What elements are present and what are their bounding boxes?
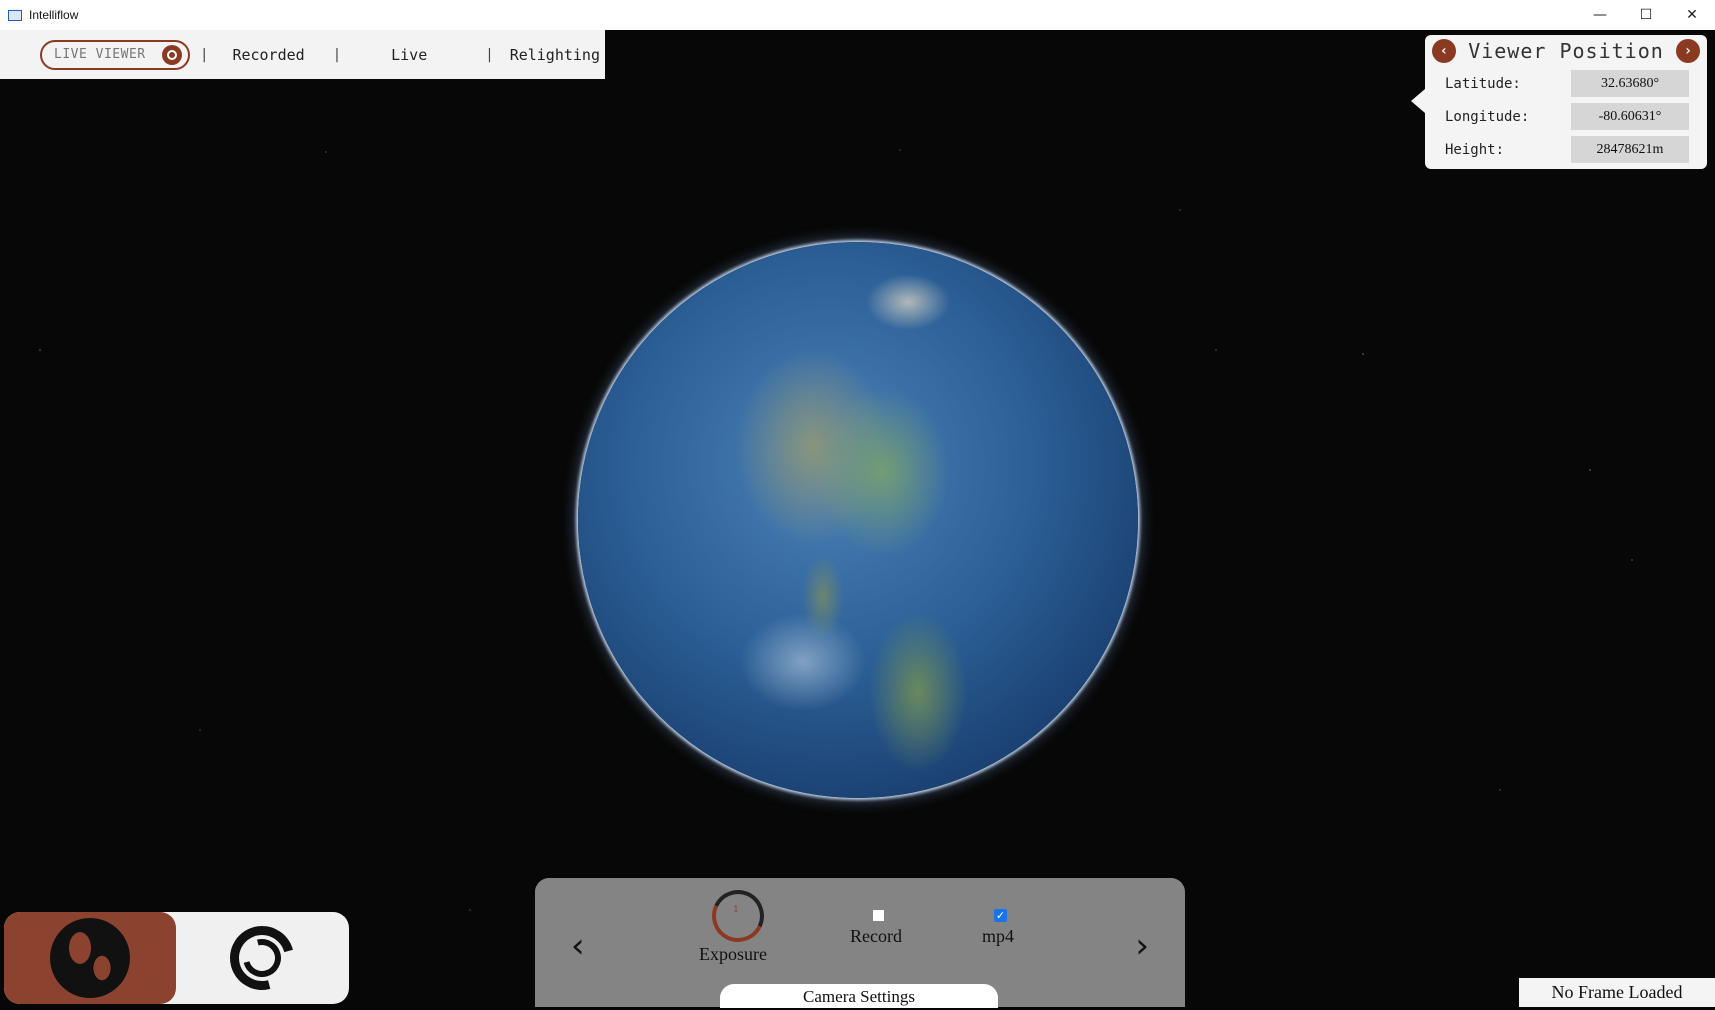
- camera-settings-tab[interactable]: Camera Settings: [720, 984, 998, 1008]
- chevron-left-icon[interactable]: ‹: [1432, 39, 1456, 63]
- longitude-row: Longitude: -80.60631°: [1425, 100, 1707, 133]
- height-value: 28478621m: [1571, 136, 1689, 163]
- tab-live[interactable]: Live: [391, 46, 427, 64]
- latitude-row: Latitude: 32.63680°: [1425, 67, 1707, 100]
- height-row: Height: 28478621m: [1425, 133, 1707, 166]
- record-label: Record: [850, 926, 902, 946]
- separator: |: [200, 46, 209, 63]
- ring-mode-button[interactable]: [176, 912, 348, 1004]
- globe-icon: [50, 918, 130, 998]
- top-toolbar: LIVE VIEWER | Recorded | Live | Relighti…: [0, 30, 605, 79]
- live-indicator-icon: [162, 44, 182, 65]
- ring-icon: [218, 914, 306, 1002]
- record-checkbox[interactable]: [873, 910, 884, 921]
- app-title: Intelliflow: [29, 8, 79, 22]
- separator: |: [485, 46, 494, 63]
- exposure-dial[interactable]: [704, 882, 772, 950]
- minimize-button[interactable]: —: [1577, 0, 1623, 30]
- viewer-position-panel: ‹ Viewer Position › Latitude: 32.63680° …: [1411, 35, 1707, 169]
- mp4-checkbox[interactable]: ✓: [994, 909, 1007, 922]
- chevron-right-icon[interactable]: ›: [1676, 39, 1700, 63]
- view-mode-switch: [4, 912, 349, 1004]
- tab-relighting[interactable]: Relighting: [510, 46, 600, 64]
- mp4-label: mp4: [982, 926, 1015, 946]
- longitude-value: -80.60631°: [1571, 103, 1689, 130]
- maximize-button[interactable]: ☐: [1623, 0, 1669, 30]
- latitude-value: 32.63680°: [1571, 70, 1689, 97]
- globe-mode-button[interactable]: [4, 912, 176, 1004]
- frame-status: No Frame Loaded: [1519, 978, 1715, 1007]
- camera-settings-panel: ‹ Exposure Record ✓ mp4 › Camera Setting…: [535, 878, 1185, 1008]
- earth-globe[interactable]: [578, 242, 1138, 798]
- window-controls: — ☐ ✕: [1577, 0, 1715, 30]
- height-label: Height:: [1445, 141, 1505, 158]
- app-window-icon: [8, 9, 22, 21]
- viewer-position-title: Viewer Position: [1468, 39, 1664, 63]
- exposure-label: Exposure: [699, 944, 767, 964]
- close-button[interactable]: ✕: [1669, 0, 1715, 30]
- latitude-label: Latitude:: [1445, 75, 1521, 92]
- tab-recorded[interactable]: Recorded: [232, 46, 304, 64]
- chevron-right-icon[interactable]: ›: [1135, 926, 1149, 966]
- separator: |: [332, 46, 342, 63]
- viewer-position-header: ‹ Viewer Position ›: [1425, 35, 1707, 67]
- longitude-label: Longitude:: [1445, 108, 1530, 125]
- live-viewer-toggle[interactable]: LIVE VIEWER: [40, 39, 190, 70]
- live-viewer-label: LIVE VIEWER: [54, 47, 146, 62]
- title-bar: Intelliflow — ☐ ✕: [0, 0, 1715, 31]
- chevron-left-icon[interactable]: ‹: [571, 926, 585, 966]
